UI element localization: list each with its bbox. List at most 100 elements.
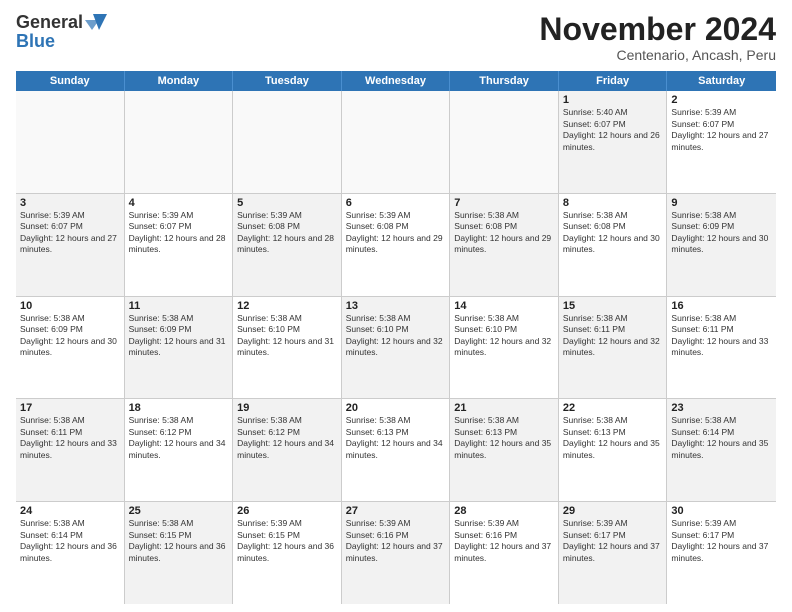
cal-cell-2-6: 16Sunrise: 5:38 AM Sunset: 6:11 PM Dayli…: [667, 297, 776, 399]
cell-info: Sunrise: 5:38 AM Sunset: 6:14 PM Dayligh…: [20, 518, 120, 564]
cal-cell-3-2: 19Sunrise: 5:38 AM Sunset: 6:12 PM Dayli…: [233, 399, 342, 501]
day-number: 24: [20, 505, 120, 517]
cell-info: Sunrise: 5:38 AM Sunset: 6:11 PM Dayligh…: [20, 415, 120, 461]
cal-cell-4-3: 27Sunrise: 5:39 AM Sunset: 6:16 PM Dayli…: [342, 502, 451, 604]
day-number: 2: [671, 94, 772, 106]
cell-info: Sunrise: 5:38 AM Sunset: 6:10 PM Dayligh…: [454, 313, 554, 359]
cell-info: Sunrise: 5:39 AM Sunset: 6:16 PM Dayligh…: [346, 518, 446, 564]
logo-general: General: [16, 13, 83, 31]
cal-cell-1-6: 9Sunrise: 5:38 AM Sunset: 6:09 PM Daylig…: [667, 194, 776, 296]
cal-cell-1-5: 8Sunrise: 5:38 AM Sunset: 6:08 PM Daylig…: [559, 194, 668, 296]
day-number: 4: [129, 197, 229, 209]
cell-info: Sunrise: 5:38 AM Sunset: 6:14 PM Dayligh…: [671, 415, 772, 461]
header-tuesday: Tuesday: [233, 71, 342, 91]
cell-info: Sunrise: 5:39 AM Sunset: 6:07 PM Dayligh…: [129, 210, 229, 256]
day-number: 30: [671, 505, 772, 517]
cal-cell-4-0: 24Sunrise: 5:38 AM Sunset: 6:14 PM Dayli…: [16, 502, 125, 604]
day-number: 8: [563, 197, 663, 209]
cell-info: Sunrise: 5:38 AM Sunset: 6:08 PM Dayligh…: [563, 210, 663, 256]
calendar: Sunday Monday Tuesday Wednesday Thursday…: [16, 71, 776, 604]
cell-info: Sunrise: 5:38 AM Sunset: 6:08 PM Dayligh…: [454, 210, 554, 256]
cal-cell-4-4: 28Sunrise: 5:39 AM Sunset: 6:16 PM Dayli…: [450, 502, 559, 604]
day-number: 20: [346, 402, 446, 414]
cal-cell-0-3: [342, 91, 451, 193]
week-row-2: 10Sunrise: 5:38 AM Sunset: 6:09 PM Dayli…: [16, 297, 776, 400]
cal-cell-0-2: [233, 91, 342, 193]
cell-info: Sunrise: 5:38 AM Sunset: 6:10 PM Dayligh…: [237, 313, 337, 359]
cal-cell-0-1: [125, 91, 234, 193]
week-row-4: 24Sunrise: 5:38 AM Sunset: 6:14 PM Dayli…: [16, 502, 776, 604]
header-monday: Monday: [125, 71, 234, 91]
day-number: 26: [237, 505, 337, 517]
cal-cell-0-0: [16, 91, 125, 193]
cell-info: Sunrise: 5:38 AM Sunset: 6:09 PM Dayligh…: [671, 210, 772, 256]
day-number: 3: [20, 197, 120, 209]
cell-info: Sunrise: 5:39 AM Sunset: 6:08 PM Dayligh…: [237, 210, 337, 256]
cal-cell-1-0: 3Sunrise: 5:39 AM Sunset: 6:07 PM Daylig…: [16, 194, 125, 296]
cal-cell-4-6: 30Sunrise: 5:39 AM Sunset: 6:17 PM Dayli…: [667, 502, 776, 604]
logo-blue: Blue: [16, 32, 55, 50]
day-number: 13: [346, 300, 446, 312]
cal-cell-4-2: 26Sunrise: 5:39 AM Sunset: 6:15 PM Dayli…: [233, 502, 342, 604]
day-number: 1: [563, 94, 663, 106]
day-number: 23: [671, 402, 772, 414]
cell-info: Sunrise: 5:38 AM Sunset: 6:13 PM Dayligh…: [454, 415, 554, 461]
cell-info: Sunrise: 5:39 AM Sunset: 6:08 PM Dayligh…: [346, 210, 446, 256]
cal-cell-2-1: 11Sunrise: 5:38 AM Sunset: 6:09 PM Dayli…: [125, 297, 234, 399]
header-friday: Friday: [559, 71, 668, 91]
day-number: 28: [454, 505, 554, 517]
day-number: 21: [454, 402, 554, 414]
cell-info: Sunrise: 5:38 AM Sunset: 6:11 PM Dayligh…: [563, 313, 663, 359]
day-number: 12: [237, 300, 337, 312]
day-number: 29: [563, 505, 663, 517]
cell-info: Sunrise: 5:38 AM Sunset: 6:10 PM Dayligh…: [346, 313, 446, 359]
cal-cell-3-4: 21Sunrise: 5:38 AM Sunset: 6:13 PM Dayli…: [450, 399, 559, 501]
cal-cell-1-3: 6Sunrise: 5:39 AM Sunset: 6:08 PM Daylig…: [342, 194, 451, 296]
day-number: 5: [237, 197, 337, 209]
day-number: 10: [20, 300, 120, 312]
cal-cell-1-2: 5Sunrise: 5:39 AM Sunset: 6:08 PM Daylig…: [233, 194, 342, 296]
calendar-body: 1Sunrise: 5:40 AM Sunset: 6:07 PM Daylig…: [16, 91, 776, 604]
day-number: 25: [129, 505, 229, 517]
header-sunday: Sunday: [16, 71, 125, 91]
cal-cell-4-1: 25Sunrise: 5:38 AM Sunset: 6:15 PM Dayli…: [125, 502, 234, 604]
day-number: 18: [129, 402, 229, 414]
week-row-1: 3Sunrise: 5:39 AM Sunset: 6:07 PM Daylig…: [16, 194, 776, 297]
day-number: 7: [454, 197, 554, 209]
cal-cell-2-0: 10Sunrise: 5:38 AM Sunset: 6:09 PM Dayli…: [16, 297, 125, 399]
logo-icon: [85, 12, 107, 32]
cal-cell-3-3: 20Sunrise: 5:38 AM Sunset: 6:13 PM Dayli…: [342, 399, 451, 501]
cal-cell-2-5: 15Sunrise: 5:38 AM Sunset: 6:11 PM Dayli…: [559, 297, 668, 399]
cal-cell-1-1: 4Sunrise: 5:39 AM Sunset: 6:07 PM Daylig…: [125, 194, 234, 296]
day-number: 15: [563, 300, 663, 312]
cell-info: Sunrise: 5:38 AM Sunset: 6:13 PM Dayligh…: [346, 415, 446, 461]
calendar-header: Sunday Monday Tuesday Wednesday Thursday…: [16, 71, 776, 91]
title-block: November 2024 Centenario, Ancash, Peru: [539, 12, 776, 63]
subtitle: Centenario, Ancash, Peru: [539, 47, 776, 63]
page: General Blue November 2024 Centenario, A…: [0, 0, 792, 612]
cell-info: Sunrise: 5:38 AM Sunset: 6:15 PM Dayligh…: [129, 518, 229, 564]
cal-cell-4-5: 29Sunrise: 5:39 AM Sunset: 6:17 PM Dayli…: [559, 502, 668, 604]
cal-cell-2-4: 14Sunrise: 5:38 AM Sunset: 6:10 PM Dayli…: [450, 297, 559, 399]
cell-info: Sunrise: 5:38 AM Sunset: 6:12 PM Dayligh…: [129, 415, 229, 461]
day-number: 6: [346, 197, 446, 209]
week-row-3: 17Sunrise: 5:38 AM Sunset: 6:11 PM Dayli…: [16, 399, 776, 502]
cell-info: Sunrise: 5:39 AM Sunset: 6:07 PM Dayligh…: [20, 210, 120, 256]
cal-cell-3-5: 22Sunrise: 5:38 AM Sunset: 6:13 PM Dayli…: [559, 399, 668, 501]
cell-info: Sunrise: 5:38 AM Sunset: 6:09 PM Dayligh…: [20, 313, 120, 359]
cal-cell-3-1: 18Sunrise: 5:38 AM Sunset: 6:12 PM Dayli…: [125, 399, 234, 501]
cell-info: Sunrise: 5:39 AM Sunset: 6:17 PM Dayligh…: [563, 518, 663, 564]
header-saturday: Saturday: [667, 71, 776, 91]
day-number: 17: [20, 402, 120, 414]
header-wednesday: Wednesday: [342, 71, 451, 91]
cal-cell-0-4: [450, 91, 559, 193]
cal-cell-0-5: 1Sunrise: 5:40 AM Sunset: 6:07 PM Daylig…: [559, 91, 668, 193]
cell-info: Sunrise: 5:38 AM Sunset: 6:11 PM Dayligh…: [671, 313, 772, 359]
cell-info: Sunrise: 5:39 AM Sunset: 6:07 PM Dayligh…: [671, 107, 772, 153]
day-number: 14: [454, 300, 554, 312]
cell-info: Sunrise: 5:38 AM Sunset: 6:12 PM Dayligh…: [237, 415, 337, 461]
cell-info: Sunrise: 5:39 AM Sunset: 6:17 PM Dayligh…: [671, 518, 772, 564]
cell-info: Sunrise: 5:38 AM Sunset: 6:13 PM Dayligh…: [563, 415, 663, 461]
week-row-0: 1Sunrise: 5:40 AM Sunset: 6:07 PM Daylig…: [16, 91, 776, 194]
day-number: 16: [671, 300, 772, 312]
